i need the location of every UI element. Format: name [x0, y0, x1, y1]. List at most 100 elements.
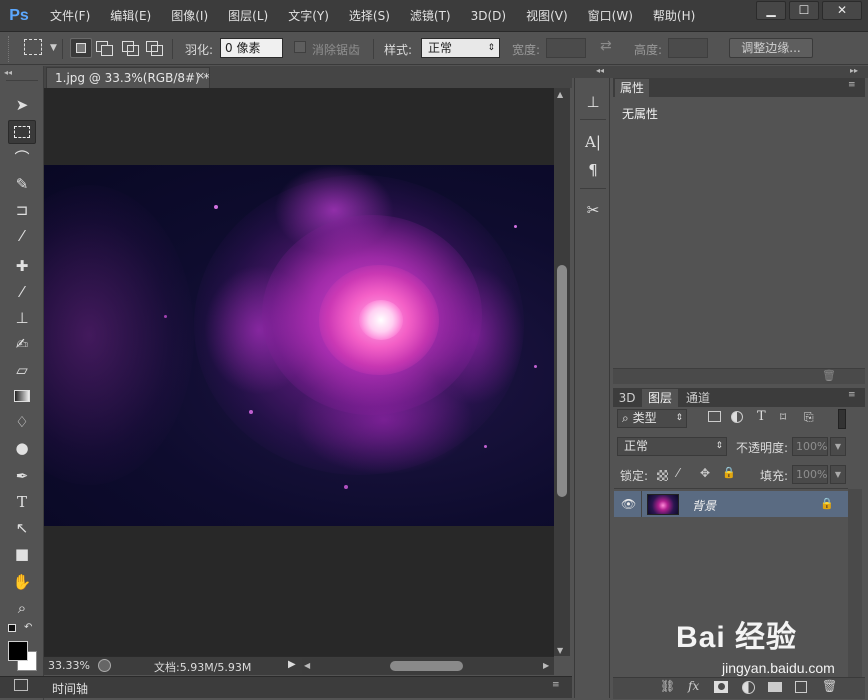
trash-icon[interactable]: 🗑: [822, 369, 836, 382]
new-group-folder-icon[interactable]: [768, 682, 782, 692]
move-tool-icon[interactable]: ➤: [8, 93, 36, 117]
panel-menu-icon[interactable]: ≡: [848, 390, 856, 400]
foreground-color-swatch[interactable]: [8, 641, 28, 661]
antialias-checkbox[interactable]: [294, 41, 306, 53]
path-selection-tool-icon[interactable]: ↖: [8, 516, 36, 540]
opacity-input[interactable]: 100%: [792, 437, 828, 456]
timeline-tab[interactable]: 时间轴: [52, 680, 88, 697]
swap-arrows-icon[interactable]: ⇄: [600, 38, 612, 54]
history-brush-tool-icon[interactable]: ✍: [8, 332, 36, 356]
filter-smart-object-icon[interactable]: ⎘: [804, 410, 814, 425]
feather-input[interactable]: 0 像素: [220, 38, 283, 58]
filter-pixel-icon[interactable]: [708, 411, 721, 422]
pen-tool-icon[interactable]: ✒: [8, 464, 36, 488]
tab-layers[interactable]: 图层: [642, 389, 678, 407]
new-selection-icon[interactable]: [70, 38, 92, 58]
layer-name[interactable]: 背景: [692, 497, 716, 514]
menu-file[interactable]: 文件(F): [40, 0, 100, 32]
dodge-tool-icon[interactable]: ●: [8, 436, 36, 460]
height-input[interactable]: [668, 38, 708, 58]
eyedropper-tool-icon[interactable]: ⁄: [8, 224, 36, 248]
collapse-dock-icon[interactable]: ◂◂: [596, 66, 604, 75]
scroll-up-arrow-icon[interactable]: ▲: [557, 90, 563, 99]
paragraph-panel-icon[interactable]: ¶: [580, 158, 606, 182]
delete-layer-trash-icon[interactable]: 🗑: [822, 679, 837, 693]
menu-image[interactable]: 图像(I): [161, 0, 218, 32]
add-mask-icon[interactable]: [714, 681, 728, 693]
zoom-level[interactable]: 33.33%: [48, 659, 90, 672]
close-button[interactable]: ✕: [822, 1, 862, 20]
timeline-icon[interactable]: [14, 679, 28, 691]
gradient-tool-icon[interactable]: [8, 384, 36, 408]
scroll-left-arrow-icon[interactable]: ◀: [304, 661, 310, 670]
refine-edge-button[interactable]: 调整边缘...: [729, 38, 813, 58]
menu-view[interactable]: 视图(V): [516, 0, 578, 32]
layer-filter-select[interactable]: ⌕ 类型 ⇕: [617, 409, 687, 428]
blend-mode-select[interactable]: 正常 ⇕: [617, 437, 727, 456]
filter-type-icon[interactable]: T: [757, 409, 766, 424]
blur-tool-icon[interactable]: ♢: [8, 410, 36, 434]
menu-window[interactable]: 窗口(W): [578, 0, 643, 32]
lock-image-icon[interactable]: ⁄: [677, 466, 679, 480]
menu-select[interactable]: 选择(S): [339, 0, 400, 32]
options-grip[interactable]: [8, 36, 14, 62]
menu-layer[interactable]: 图层(L): [218, 0, 278, 32]
marquee-preset-icon[interactable]: [24, 39, 42, 55]
new-layer-icon[interactable]: [795, 681, 807, 693]
tab-properties[interactable]: 属性: [615, 79, 649, 97]
eye-visibility-icon[interactable]: 👁: [621, 497, 636, 511]
tab-channels[interactable]: 通道: [680, 389, 716, 407]
tool-presets-icon[interactable]: ✂: [580, 198, 606, 222]
rectangular-marquee-tool-icon[interactable]: [8, 120, 36, 144]
tab-3d[interactable]: 3D: [614, 389, 640, 407]
rectangle-tool-icon[interactable]: ■: [8, 542, 36, 566]
menu-type[interactable]: 文字(Y): [278, 0, 339, 32]
close-tab-icon[interactable]: ×: [196, 69, 205, 82]
filter-shape-icon[interactable]: ⌑: [780, 410, 786, 424]
opacity-dropdown-arrow-icon[interactable]: ▼: [830, 437, 846, 456]
clone-stamp-tool-icon[interactable]: ⊥: [8, 306, 36, 330]
width-input[interactable]: [546, 38, 586, 58]
maximize-button[interactable]: ☐: [789, 1, 819, 20]
scroll-down-arrow-icon[interactable]: ▼: [557, 646, 563, 655]
vertical-scroll-thumb[interactable]: [557, 265, 567, 497]
expand-dock-icon[interactable]: ▸▸: [850, 66, 858, 75]
eraser-tool-icon[interactable]: ▱: [8, 358, 36, 382]
layers-scrollbar[interactable]: [848, 489, 862, 677]
fill-dropdown-arrow-icon[interactable]: ▼: [830, 465, 846, 484]
horizontal-scroll-thumb[interactable]: [390, 661, 463, 671]
menu-filter[interactable]: 滤镜(T): [400, 0, 461, 32]
character-panel-icon[interactable]: A|: [580, 130, 606, 154]
collapse-panel-icon[interactable]: ◂◂: [4, 68, 12, 77]
document-tab[interactable]: 1.jpg @ 33.3%(RGB/8#) *: [46, 67, 210, 88]
scroll-right-arrow-icon[interactable]: ▶: [543, 661, 549, 670]
panel-menu-icon[interactable]: ≡: [848, 80, 856, 90]
status-expand-arrow-icon[interactable]: ▶: [288, 659, 296, 670]
menu-3d[interactable]: 3D(D): [461, 0, 516, 32]
crop-tool-icon[interactable]: ⊐: [8, 198, 36, 222]
layer-style-fx-icon[interactable]: fx: [688, 679, 699, 693]
lasso-tool-icon[interactable]: ⌒: [8, 146, 36, 170]
menu-edit[interactable]: 编辑(E): [100, 0, 161, 32]
zoom-tool-icon[interactable]: ⌕: [8, 596, 36, 620]
type-tool-icon[interactable]: T: [8, 490, 36, 514]
menu-help[interactable]: 帮助(H): [643, 0, 705, 32]
panel-menu-icon[interactable]: ≡: [552, 680, 560, 690]
new-adjustment-layer-icon[interactable]: [742, 681, 755, 694]
lock-transparent-icon[interactable]: [657, 470, 668, 481]
history-panel-icon[interactable]: ⊥: [580, 90, 606, 114]
filter-toggle-switch[interactable]: [838, 409, 846, 429]
lock-position-icon[interactable]: ✥: [700, 466, 710, 480]
healing-brush-tool-icon[interactable]: ✚: [8, 254, 36, 278]
quick-selection-tool-icon[interactable]: ✎: [8, 172, 36, 196]
swap-colors-icon[interactable]: ↶: [24, 622, 32, 633]
status-menu-icon[interactable]: [98, 659, 111, 672]
brush-tool-icon[interactable]: ⁄: [8, 280, 36, 304]
link-layers-icon[interactable]: ⛓: [660, 679, 675, 693]
filter-adjustment-icon[interactable]: [731, 411, 743, 423]
style-select[interactable]: 正常 ⇕: [421, 38, 500, 58]
document-image[interactable]: [44, 165, 554, 526]
lock-all-icon[interactable]: 🔒: [722, 466, 736, 479]
preset-dropdown-arrow-icon[interactable]: ▼: [50, 43, 57, 53]
hand-tool-icon[interactable]: ✋: [8, 570, 36, 594]
